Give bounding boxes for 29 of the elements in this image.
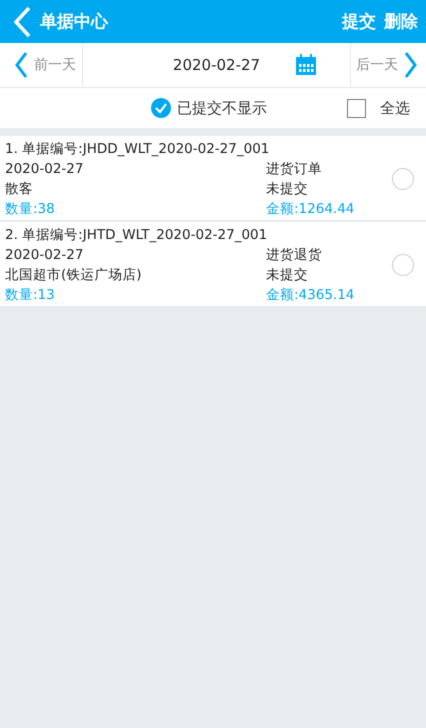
order-status: 未提交 — [266, 180, 309, 199]
back-icon[interactable] — [12, 6, 32, 38]
select-radio[interactable] — [392, 168, 414, 190]
order-status: 未提交 — [266, 266, 309, 285]
order-type: 进货退货 — [266, 246, 323, 265]
chevron-left-icon — [14, 51, 28, 79]
select-all-checkbox[interactable]: 全选 — [347, 98, 410, 118]
calendar-icon[interactable] — [295, 54, 317, 76]
order-amount: 金额:1264.44 — [266, 200, 356, 219]
order-amount: 金额:4365.14 — [266, 286, 356, 305]
previous-day-button[interactable]: 前一天 — [0, 43, 83, 87]
order-number: 2. 单据编号:JHTD_WLT_2020-02-27_001 — [5, 226, 268, 245]
select-radio[interactable] — [392, 254, 414, 276]
next-day-button[interactable]: 后一天 — [350, 43, 426, 87]
order-date: 2020-02-27 — [5, 246, 84, 265]
order-card[interactable]: 1. 单据编号:JHDD_WLT_2020-02-27_001 2020-02-27 进货订单 散客 未提交 数量:38 金额:1264.44 — [0, 136, 426, 220]
order-number: 1. 单据编号:JHDD_WLT_2020-02-27_001 — [5, 140, 270, 159]
date-text: 2020-02-27 — [172, 56, 260, 74]
customer-name: 散客 — [5, 180, 34, 199]
customer-name: 北国超市(铁运广场店) — [5, 266, 143, 285]
order-type: 进货订单 — [266, 160, 323, 179]
order-card[interactable]: 2. 单据编号:JHTD_WLT_2020-02-27_001 2020-02-27 进货退货 北国超市(铁运广场店) 未提交 数量:13 金额:4365.14 — [0, 222, 426, 306]
order-date: 2020-02-27 — [5, 160, 84, 179]
order-quantity: 数量:13 — [5, 286, 56, 305]
chevron-right-icon — [404, 51, 418, 79]
check-circle-icon — [151, 98, 171, 118]
page-title: 单据中心 — [40, 11, 110, 33]
order-quantity: 数量:38 — [5, 200, 56, 219]
hide-submitted-checkbox[interactable]: 已提交不显示 — [151, 98, 267, 118]
